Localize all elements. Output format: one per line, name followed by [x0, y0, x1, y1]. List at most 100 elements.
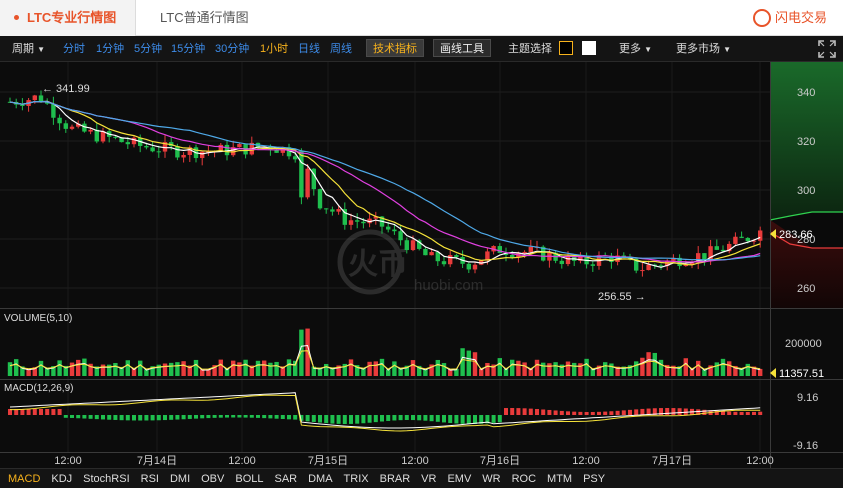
period-option-1[interactable]: 1分钟	[96, 36, 124, 62]
candle-body	[714, 246, 719, 250]
volume-bar	[274, 361, 279, 376]
macd-histogram-bar	[392, 415, 397, 421]
macd-histogram-bar	[132, 415, 136, 421]
candle-body	[237, 144, 242, 148]
period-option-2[interactable]: 5分钟	[134, 36, 162, 62]
theme-label: 主题选择	[508, 43, 552, 55]
volume-bar	[497, 358, 502, 376]
more-dropdown[interactable]: 更多 ▼	[619, 36, 652, 62]
macd-histogram-bar	[559, 410, 564, 415]
period-option-6[interactable]: 日线	[298, 36, 320, 62]
macd-histogram-bar	[70, 415, 74, 418]
candle-body	[324, 208, 329, 210]
macd-histogram-bar	[45, 409, 50, 415]
macd-histogram-bar	[262, 415, 267, 419]
candle-body	[485, 251, 490, 261]
indicator-dma[interactable]: DMA	[308, 469, 332, 489]
time-axis-label: 7月15日	[308, 455, 348, 467]
period-option-0[interactable]: 分时	[63, 36, 85, 62]
macd-histogram-bar	[621, 410, 626, 415]
volume-bar	[138, 360, 143, 376]
indicator-wr[interactable]: WR	[482, 469, 500, 489]
candle-body	[733, 236, 738, 244]
macd-histogram-bar	[169, 415, 174, 420]
macd-histogram-bar	[566, 411, 570, 415]
volume-bar	[243, 359, 248, 376]
macd-histogram-bar	[181, 415, 186, 420]
indicator-sar[interactable]: SAR	[274, 469, 297, 489]
macd-histogram-bar	[57, 409, 62, 415]
kline-chart[interactable]: 火币 huobi.com 34032030028026012:00 7月14日 12…	[0, 62, 843, 468]
macd-histogram-bar	[590, 411, 595, 415]
macd-histogram-bar	[94, 415, 99, 420]
theme-light-swatch[interactable]	[582, 41, 596, 55]
macd-histogram-bar	[584, 411, 589, 415]
indicator-dmi[interactable]: DMI	[170, 469, 190, 489]
macd-histogram-bar	[460, 415, 465, 424]
indicator-psy[interactable]: PSY	[583, 469, 605, 489]
indicator-obv[interactable]: OBV	[201, 469, 224, 489]
candle-body	[522, 251, 527, 254]
macd-histogram-bar	[758, 411, 763, 415]
fullscreen-icon[interactable]	[818, 40, 836, 58]
macd-tick-bottom: -9.16	[793, 440, 818, 452]
theme-dark-swatch[interactable]	[559, 41, 573, 55]
tech-indicator-button[interactable]: 技术指标	[366, 39, 424, 57]
indicator-rsi[interactable]: RSI	[141, 469, 159, 489]
tab-ltc-normal[interactable]: LTC普通行情图	[160, 0, 249, 36]
indicator-kdj[interactable]: KDJ	[51, 469, 72, 489]
volume-bar	[584, 358, 589, 376]
watermark-text: huobi.com	[414, 277, 483, 294]
macd-histogram-bar	[144, 415, 149, 421]
indicator-mtm[interactable]: MTM	[547, 469, 572, 489]
macd-histogram-bar	[380, 415, 384, 422]
volume-bar	[652, 352, 657, 376]
macd-histogram-bar	[194, 415, 198, 419]
candle-body	[565, 256, 571, 265]
macd-histogram-bar	[349, 415, 353, 424]
macd-histogram-bar	[634, 409, 639, 415]
candle-body	[317, 189, 323, 209]
volume-bar	[534, 359, 540, 376]
indicator-roc[interactable]: ROC	[512, 469, 536, 489]
volume-bar	[578, 363, 583, 376]
volume-bar	[634, 361, 639, 376]
candle-body	[69, 126, 75, 129]
tab-ltc-professional[interactable]: LTC专业行情图	[0, 0, 136, 36]
indicator-vr[interactable]: VR	[421, 469, 436, 489]
period-option-7[interactable]: 周线	[330, 36, 352, 62]
indicator-trix[interactable]: TRIX	[344, 469, 369, 489]
macd-histogram-bar	[336, 415, 341, 424]
volume-bar	[57, 360, 62, 376]
flash-trade-link[interactable]: 闪电交易	[752, 0, 827, 36]
indicator-macd[interactable]: MACD	[8, 469, 40, 489]
macd-histogram-bar	[311, 415, 316, 422]
macd-histogram-bar	[361, 415, 366, 424]
period-option-3[interactable]: 15分钟	[171, 36, 205, 62]
macd-histogram-bar	[231, 415, 236, 418]
macd-histogram-bar	[163, 415, 167, 421]
indicator-emv[interactable]: EMV	[447, 469, 471, 489]
indicator-brar[interactable]: BRAR	[380, 469, 411, 489]
period-dropdown[interactable]: 周期 ▼	[12, 36, 45, 62]
period-option-4[interactable]: 30分钟	[215, 36, 249, 62]
period-option-5[interactable]: 1小时	[260, 36, 288, 62]
more-markets-dropdown[interactable]: 更多市场 ▼	[676, 36, 731, 62]
moving-average-line	[9, 100, 761, 266]
indicator-bar: MACD KDJ StochRSI RSI DMI OBV BOLL SAR DMA TRIX BR…	[0, 468, 843, 488]
volume-bar	[441, 363, 447, 376]
candle-body	[200, 151, 205, 159]
candle-body	[125, 142, 130, 145]
indicator-stochrsi[interactable]: StochRSI	[83, 469, 129, 489]
macd-histogram-bar	[504, 408, 508, 415]
volume-bar	[696, 360, 701, 376]
candle-body	[144, 145, 149, 148]
caret-down-icon: ▼	[723, 45, 731, 54]
indicator-boll[interactable]: BOLL	[235, 469, 263, 489]
macd-histogram-bar	[442, 415, 446, 423]
chart-area[interactable]: 火币 huobi.com 340 320 300 280 260 12:00 7月14日 12…	[0, 62, 843, 468]
macd-histogram-bar	[113, 415, 118, 420]
volume-bar	[727, 361, 732, 376]
volume-bar	[113, 362, 118, 376]
drawing-tools-button[interactable]: 画线工具	[433, 39, 491, 57]
